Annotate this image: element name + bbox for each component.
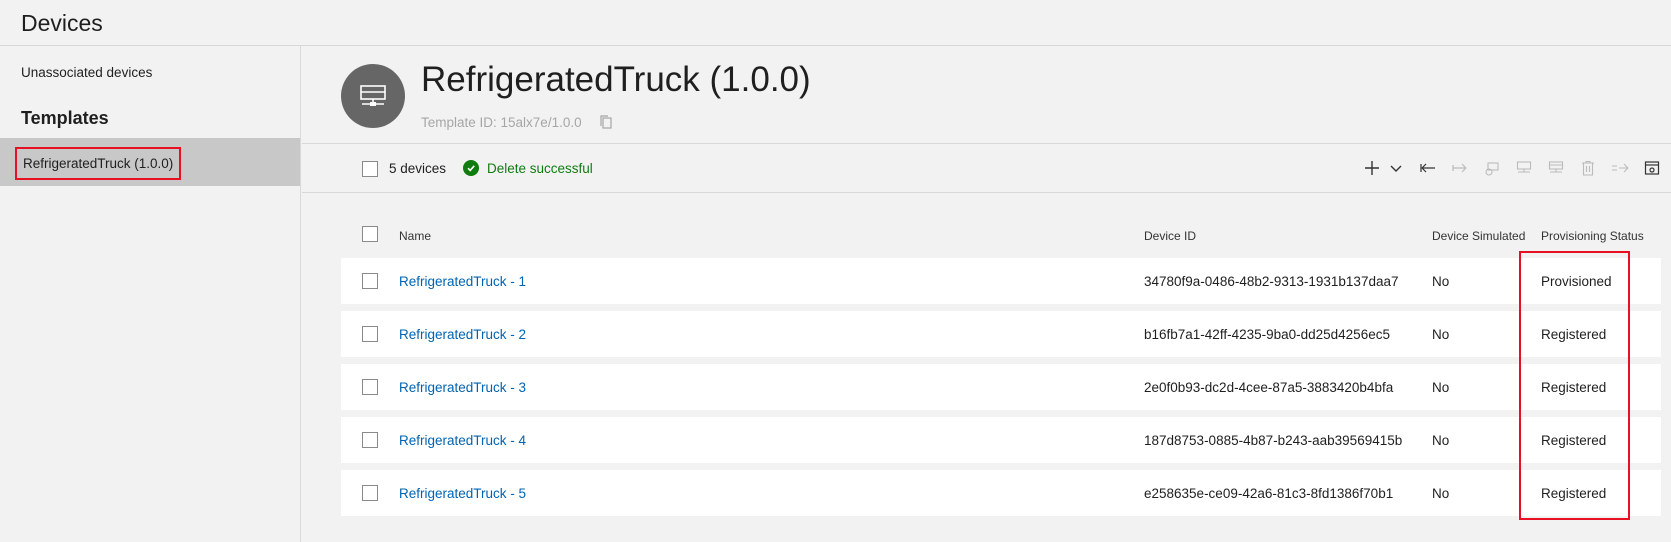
provisioning-status-cell: Registered [1541, 486, 1607, 501]
provisioning-status-cell: Registered [1541, 433, 1607, 448]
row-checkbox[interactable] [362, 326, 378, 342]
status-text: Delete successful [487, 160, 593, 176]
arrow-left-icon[interactable] [1419, 159, 1437, 177]
checkmark-icon [463, 160, 479, 176]
column-header-device-id[interactable]: Device ID [1144, 229, 1196, 243]
block-icon[interactable] [1483, 159, 1501, 177]
device-simulated-cell: No [1432, 327, 1450, 342]
table-row[interactable]: RefrigeratedTruck - 1 34780f9a-0486-48b2… [341, 258, 1661, 304]
table-row[interactable]: RefrigeratedTruck - 4 187d8753-0885-4b87… [341, 417, 1661, 463]
table-header: Name Device ID Device Simulated Provisio… [341, 216, 1661, 258]
table-row[interactable]: RefrigeratedTruck - 5 e258635e-ce09-42a6… [341, 470, 1661, 516]
device-table: Name Device ID Device Simulated Provisio… [341, 216, 1661, 523]
column-header-name[interactable]: Name [399, 229, 431, 243]
row-checkbox[interactable] [362, 432, 378, 448]
template-id-row: Template ID: 15alx7e/1.0.0 [421, 114, 614, 130]
select-all-checkbox-toolbar[interactable] [362, 161, 378, 177]
provisioning-status-cell: Provisioned [1541, 274, 1612, 289]
copy-icon[interactable] [598, 114, 614, 130]
sidebar: Unassociated devices Templates Refrigera… [0, 46, 301, 542]
device-simulated-cell: No [1432, 486, 1450, 501]
device-simulated-cell: No [1432, 274, 1450, 289]
page-header: RefrigeratedTruck (1.0.0) Template ID: 1… [302, 46, 1671, 144]
device-count: 5 devices [389, 161, 447, 176]
table-row[interactable]: RefrigeratedTruck - 3 2e0f0b93-dc2d-4cee… [341, 364, 1661, 410]
device-icon[interactable] [1547, 159, 1565, 177]
device-id-cell: e258635e-ce09-42a6-81c3-8fd1386f70b1 [1144, 486, 1394, 501]
device-name-link[interactable]: RefrigeratedTruck - 2 [399, 327, 526, 342]
main-content: RefrigeratedTruck (1.0.0) Template ID: 1… [302, 46, 1671, 542]
app-title: Devices [21, 10, 103, 36]
row-checkbox[interactable] [362, 485, 378, 501]
toolbar-actions [1363, 159, 1661, 177]
row-checkbox[interactable] [362, 379, 378, 395]
device-id-cell: 2e0f0b93-dc2d-4cee-87a5-3883420b4bfa [1144, 380, 1394, 395]
device-id-cell: 187d8753-0885-4b87-b243-aab39569415b [1144, 433, 1403, 448]
chevron-down-icon[interactable] [1387, 159, 1405, 177]
device-name-link[interactable]: RefrigeratedTruck - 4 [399, 433, 526, 448]
delete-icon[interactable] [1579, 159, 1597, 177]
device-id-cell: 34780f9a-0486-48b2-9313-1931b137daa7 [1144, 274, 1399, 289]
migrate-icon[interactable] [1611, 159, 1629, 177]
arrow-right-icon[interactable] [1451, 159, 1469, 177]
device-simulated-cell: No [1432, 380, 1450, 395]
sidebar-item-template-label: RefrigeratedTruck (1.0.0) [15, 147, 182, 180]
device-name-link[interactable]: RefrigeratedTruck - 1 [399, 274, 526, 289]
device-simulated-cell: No [1432, 433, 1450, 448]
device-name-link[interactable]: RefrigeratedTruck - 5 [399, 486, 526, 501]
provisioning-status-cell: Registered [1541, 327, 1607, 342]
table-row[interactable]: RefrigeratedTruck - 2 b16fb7a1-42ff-4235… [341, 311, 1661, 357]
status-message: Delete successful [463, 160, 593, 176]
device-icon [360, 85, 386, 106]
column-header-device-simulated[interactable]: Device Simulated [1432, 229, 1525, 243]
templates-heading: Templates [21, 108, 109, 128]
provisioning-status-cell: Registered [1541, 380, 1607, 395]
toolbar: 5 devices Delete successful [302, 145, 1671, 193]
device-id-cell: b16fb7a1-42ff-4235-9ba0-dd25d4256ec5 [1144, 327, 1390, 342]
row-checkbox[interactable] [362, 273, 378, 289]
top-bar: Devices [0, 0, 1671, 46]
plus-icon[interactable] [1363, 159, 1381, 177]
select-all-checkbox[interactable] [362, 226, 378, 242]
device-icon[interactable] [1515, 159, 1533, 177]
page-title: RefrigeratedTruck (1.0.0) [421, 60, 811, 99]
sidebar-item-unassociated-devices[interactable]: Unassociated devices [21, 65, 152, 80]
device-template-avatar [341, 64, 405, 128]
template-id-text: Template ID: 15alx7e/1.0.0 [421, 114, 582, 130]
device-name-link[interactable]: RefrigeratedTruck - 3 [399, 380, 526, 395]
column-options-icon[interactable] [1643, 159, 1661, 177]
column-header-provisioning-status[interactable]: Provisioning Status [1541, 229, 1644, 243]
sidebar-item-template[interactable]: RefrigeratedTruck (1.0.0) [0, 138, 300, 186]
